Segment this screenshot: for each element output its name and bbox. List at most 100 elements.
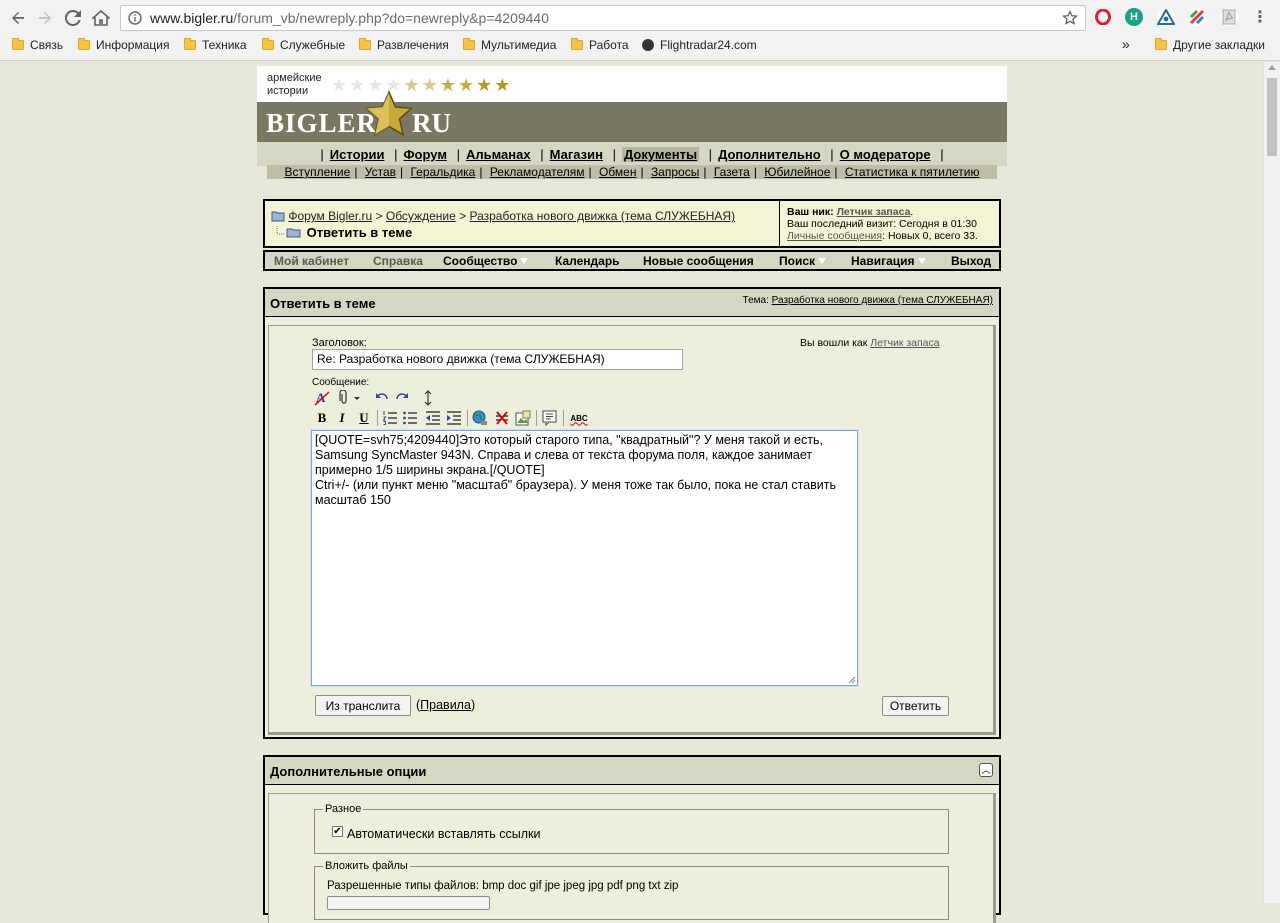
subnav-exchange[interactable]: Обмен [599, 165, 637, 179]
subnav-charter[interactable]: Устав [365, 165, 396, 179]
folder-icon [184, 38, 196, 50]
url-text: www.bigler.ru/forum_vb/newreply.php?do=n… [150, 10, 550, 26]
breadcrumb-section-link[interactable]: Обсуждение [386, 209, 456, 223]
h-extension-icon[interactable]: H [1125, 8, 1143, 26]
bookmark-flightradar[interactable]: Flightradar24.com [642, 38, 757, 52]
attach-dropdown-icon[interactable] [336, 390, 362, 406]
manage-attachments-button[interactable] [327, 896, 490, 910]
rules-wrapper: (Правила) [416, 698, 476, 712]
insert-link-icon[interactable] [472, 410, 488, 426]
colorful-extension-icon[interactable] [1188, 8, 1206, 26]
scroll-thumb[interactable] [1267, 78, 1277, 156]
nav-moderator[interactable]: О модераторе [840, 147, 931, 162]
nav-logout[interactable]: Выход [951, 254, 991, 268]
nav-search[interactable]: Поиск [779, 254, 827, 268]
logged-in-user-link[interactable]: Летчик запаса [870, 337, 939, 349]
reply-topic-link[interactable]: Разработка нового движка (тема СЛУЖЕБНАЯ… [772, 295, 993, 306]
auto-links-label: Автоматически вставлять ссылки [347, 827, 541, 841]
site-logo[interactable]: BIGLER RU [257, 90, 1007, 142]
nick-link[interactable]: Летчик запаса [837, 206, 911, 218]
menu-dots-icon[interactable]: ⋮ [1251, 8, 1269, 26]
remove-link-icon[interactable] [494, 410, 510, 426]
private-messages-link[interactable]: Личные сообщения [787, 230, 882, 242]
breadcrumb-current: Ответить в теме [275, 225, 412, 240]
nav-navigation[interactable]: Навигация [851, 254, 926, 268]
back-button[interactable] [6, 6, 30, 30]
nav-stories[interactable]: Истории [330, 147, 385, 162]
attach-legend: Вложить файлы [325, 860, 408, 872]
rules-link[interactable]: Правила [420, 698, 471, 712]
outdent-icon[interactable] [425, 410, 441, 426]
bookmark-svyaz[interactable]: Связь [12, 38, 63, 52]
breadcrumb-thread-link[interactable]: Разработка нового движка (тема СЛУЖЕБНАЯ… [469, 209, 735, 223]
subnav-jubilee[interactable]: Юбилейное [764, 165, 830, 179]
message-label: Сообщение: [312, 377, 370, 388]
subject-input[interactable]: Re: Разработка нового движка (тема СЛУЖЕ… [312, 349, 683, 370]
redo-icon[interactable] [394, 390, 410, 406]
nav-documents[interactable]: Документы [621, 147, 700, 162]
subnav-advertisers[interactable]: Рекламодателям [490, 165, 585, 179]
reply-panel-header: Ответить в теме Тема: Разработка нового … [265, 289, 999, 317]
scroll-up-arrow[interactable] [1268, 65, 1276, 70]
breadcrumb-forum-link[interactable]: Форум Bigler.ru [288, 209, 372, 223]
nav-almanac[interactable]: Альманах [466, 147, 531, 162]
subnav-intro[interactable]: Вступление [285, 165, 351, 179]
nav-community[interactable]: Сообщество [443, 254, 529, 268]
opera-extension-icon[interactable] [1094, 8, 1112, 26]
bookmark-fun[interactable]: Развлечения [359, 38, 449, 52]
nav-shop[interactable]: Магазин [550, 147, 603, 162]
subnav-requests[interactable]: Запросы [651, 165, 699, 179]
subject-label: Заголовок: [312, 337, 367, 349]
nav-help[interactable]: Справка [373, 254, 423, 268]
subnav-statistics[interactable]: Статистика к пятилетию [845, 165, 980, 179]
ordered-list-icon[interactable] [382, 410, 398, 426]
home-button[interactable] [89, 6, 113, 30]
address-bar[interactable]: www.bigler.ru/forum_vb/newreply.php?do=n… [120, 5, 1086, 31]
last-visit: Ваш последний визит: Сегодня в 01:30 [787, 218, 977, 230]
banner-text: армейские истории [267, 72, 322, 97]
undo-icon[interactable] [374, 390, 390, 406]
subnav-newspaper[interactable]: Газета [714, 165, 750, 179]
page-scrollbar[interactable] [1263, 62, 1280, 903]
user-nav-bar: Мой кабинет Справка Сообщество Календарь… [263, 250, 1001, 271]
message-textarea[interactable]: [QUOTE=svh75;4209440]Это который старого… [311, 430, 858, 686]
bookmark-star-icon[interactable] [1062, 10, 1078, 26]
italic-button[interactable]: I [334, 410, 350, 426]
bookmark-work[interactable]: Работа [571, 38, 629, 52]
collapse-icon[interactable]: ︿ [979, 763, 993, 777]
auto-links-checkbox[interactable]: ✔ [332, 826, 343, 837]
indent-icon[interactable] [446, 410, 462, 426]
nav-additional[interactable]: Дополнительно [718, 147, 821, 162]
bookmark-service[interactable]: Служебные [262, 38, 345, 52]
bold-button[interactable]: B [314, 410, 330, 426]
unordered-list-icon[interactable] [402, 410, 418, 426]
triangle-extension-icon[interactable] [1157, 8, 1175, 26]
underline-button[interactable]: U [356, 410, 372, 426]
reply-title: Ответить в теме [270, 296, 376, 311]
forward-button[interactable] [33, 6, 57, 30]
allowed-file-types: Разрешенные типы файлов: bmp doc gif jpe… [327, 880, 679, 892]
translit-button[interactable]: Из транслита [315, 695, 411, 716]
bookmark-media[interactable]: Мультимедиа [463, 38, 556, 52]
reload-button[interactable] [61, 6, 85, 30]
subnav-heraldry[interactable]: Геральдика [410, 165, 475, 179]
submit-reply-button[interactable]: Ответить [882, 696, 949, 716]
main-nav: | Истории | Форум | Альманах | Магазин | Доку… [257, 142, 1007, 166]
nav-calendar[interactable]: Календарь [555, 254, 620, 268]
browser-chrome: www.bigler.ru/forum_vb/newreply.php?do=n… [0, 0, 1280, 61]
nav-forum[interactable]: Форум [403, 147, 446, 162]
nav-my-cabinet[interactable]: Мой кабинет [274, 254, 349, 268]
bookmark-info[interactable]: Информация [78, 38, 169, 52]
quote-icon[interactable] [542, 410, 558, 426]
bookmark-other[interactable]: Другие закладки [1155, 38, 1265, 52]
bookmark-tech[interactable]: Техника [184, 38, 247, 52]
resize-grip-icon[interactable] [848, 676, 856, 684]
options-title: Дополнительные опции [270, 764, 427, 779]
insert-image-icon[interactable] [515, 410, 531, 426]
resize-vertical-icon[interactable] [420, 390, 436, 406]
spellcheck-button[interactable]: ABC [568, 410, 590, 426]
pdf-extension-icon[interactable] [1220, 8, 1238, 26]
font-color-icon[interactable]: A [314, 390, 330, 406]
bookmarks-overflow[interactable]: » [1122, 36, 1130, 52]
nav-new-posts[interactable]: Новые сообщения [643, 254, 754, 268]
